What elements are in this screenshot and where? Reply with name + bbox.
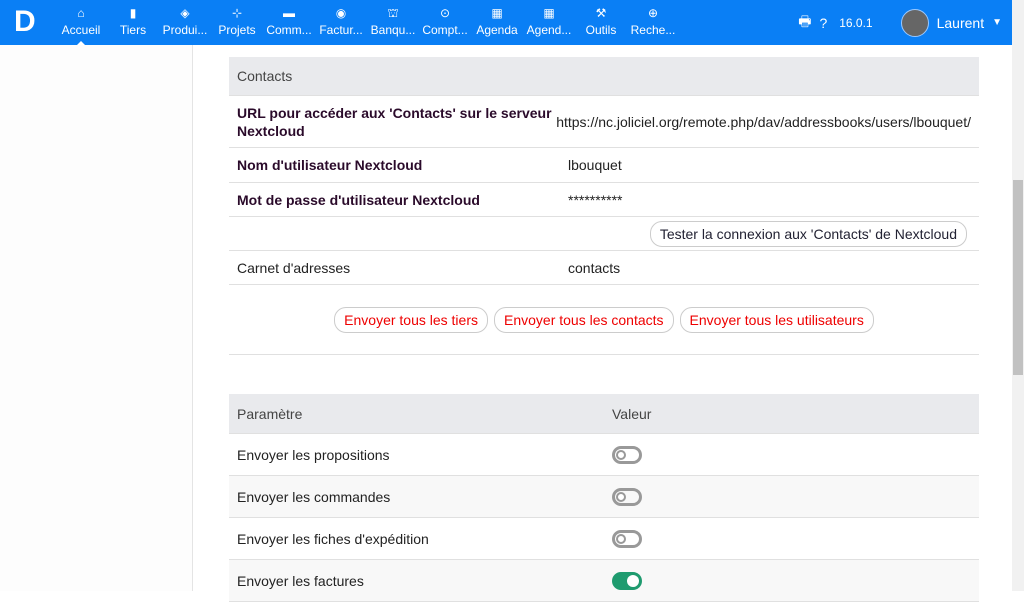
param-label: Envoyer les fiches d'expédition [237, 530, 429, 547]
menu-item-agend[interactable]: ▦ Agend... [523, 0, 575, 37]
scrollbar[interactable] [1012, 0, 1024, 591]
section-header: Contacts [237, 68, 293, 84]
contacts-table: Contacts URL pour accéder aux 'Contacts'… [229, 57, 979, 355]
user-name[interactable]: Laurent [937, 15, 984, 31]
menu-item-label: Compt... [422, 23, 468, 37]
param-row: Envoyer les factures [229, 560, 979, 602]
toggle-switch[interactable] [612, 487, 642, 506]
url-value[interactable]: https://nc.joliciel.org/remote.php/dav/a… [556, 114, 971, 130]
user-value[interactable]: lbouquet [568, 157, 622, 173]
cube-icon: ◈ [180, 6, 190, 20]
bank-icon: ⛫ [387, 6, 399, 20]
project-icon: ⊹ [231, 6, 243, 20]
param-label: Envoyer les propositions [237, 446, 390, 463]
pass-label: Mot de passe d'utilisateur Nextcloud [237, 191, 480, 208]
menu-item-label: Accueil [61, 23, 101, 37]
value-col-header: Valeur [612, 405, 652, 422]
toggle-switch[interactable] [612, 571, 642, 590]
params-table: Paramètre Valeur Envoyer les propositions… [229, 394, 979, 602]
user-label: Nom d'utilisateur Nextcloud [237, 157, 423, 173]
menu-item-label: Comm... [266, 23, 312, 37]
menu-item-label: Factur... [319, 23, 363, 37]
briefcase-icon: ▬ [283, 6, 295, 20]
dolibarr-logo[interactable]: D [14, 7, 40, 37]
param-col-header: Paramètre [237, 405, 303, 422]
main-menu: ⌂ Accueil ▮ Tiers ◈ Produi... ⊹ Projets ▬ Comm...… [55, 0, 679, 46]
scrollbar-thumb[interactable] [1013, 180, 1023, 375]
param-row: Envoyer les commandes [229, 476, 979, 518]
param-label: Envoyer les factures [237, 572, 364, 589]
search-plus-icon: ⊕ [647, 6, 659, 20]
param-row: Envoyer les fiches d'expédition [229, 518, 979, 560]
menu-item-label: Agend... [526, 23, 572, 37]
url-label: URL pour accéder aux 'Contacts' sur le s… [237, 104, 552, 139]
menu-item-label: Projets [218, 23, 256, 37]
print-icon[interactable]: 🖶 [798, 11, 811, 35]
send-all-users-button[interactable]: Envoyer tous les utilisateurs [679, 306, 874, 333]
calendar-icon: ▦ [543, 6, 555, 20]
menu-item-projets[interactable]: ⊹ Projets [211, 0, 263, 37]
menu-item-label: Banqu... [370, 23, 416, 37]
param-row: Envoyer les propositions [229, 434, 979, 476]
coins-icon: ◉ [335, 6, 347, 20]
menu-item-label: Produi... [162, 23, 208, 37]
top-nav: D ⌂ Accueil ▮ Tiers ◈ Produi... ⊹ Projets ▬ Comm.… [0, 0, 1012, 46]
search-dollar-icon: ⊙ [439, 6, 451, 20]
wrench-icon: ⚒ [595, 6, 607, 20]
menu-item-tiers[interactable]: ▮ Tiers [107, 0, 159, 37]
version: 16.0.1 [839, 15, 873, 30]
home-icon: ⌂ [77, 6, 85, 20]
help-icon[interactable]: ? [819, 15, 827, 31]
calendar-icon: ▦ [491, 6, 503, 20]
chevron-down-icon[interactable]: ▼ [992, 17, 1002, 28]
menu-item-label: Tiers [119, 23, 147, 37]
send-all-contacts-button[interactable]: Envoyer tous les contacts [494, 306, 674, 333]
menu-item-produi[interactable]: ◈ Produi... [159, 0, 211, 37]
sidebar [0, 45, 193, 591]
avatar[interactable] [900, 8, 929, 37]
menu-item-label: Agenda [476, 23, 518, 37]
test-connection-button[interactable]: Tester la connexion aux 'Contacts' de Ne… [649, 220, 967, 247]
menu-item-label: Reche... [630, 23, 676, 37]
menu-item-reche[interactable]: ⊕ Reche... [627, 0, 679, 37]
book-value[interactable]: contacts [568, 260, 620, 276]
menu-item-outils[interactable]: ⚒ Outils [575, 0, 627, 37]
toggle-switch[interactable] [612, 529, 642, 548]
param-label: Envoyer les commandes [237, 488, 391, 505]
menu-item-factur[interactable]: ◉ Factur... [315, 0, 367, 37]
menu-item-comm[interactable]: ▬ Comm... [263, 0, 315, 37]
menu-item-agenda[interactable]: ▦ Agenda [471, 0, 523, 37]
pass-value[interactable]: ********** [568, 192, 622, 208]
toggle-switch[interactable] [612, 445, 642, 464]
menu-item-label: Outils [585, 23, 617, 37]
menu-item-compt[interactable]: ⊙ Compt... [419, 0, 471, 37]
send-all-thirdparties-button[interactable]: Envoyer tous les tiers [334, 306, 488, 333]
building-icon: ▮ [129, 6, 137, 20]
book-label: Carnet d'adresses [237, 259, 351, 276]
menu-item-accueil[interactable]: ⌂ Accueil [55, 0, 107, 46]
menu-item-banqu[interactable]: ⛫ Banqu... [367, 0, 419, 37]
